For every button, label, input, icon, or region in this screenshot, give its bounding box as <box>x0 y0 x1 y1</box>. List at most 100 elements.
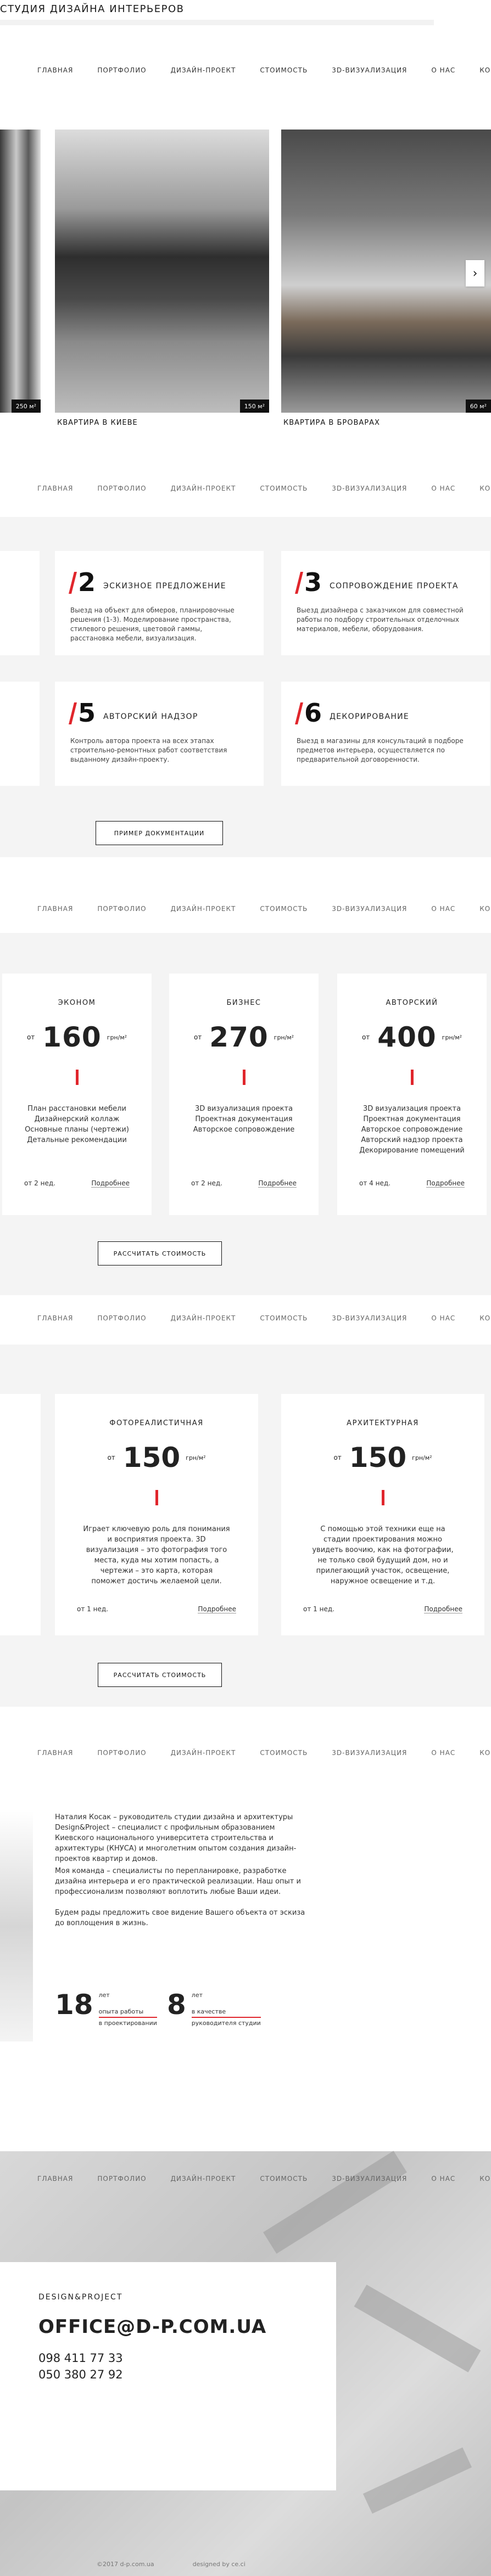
portfolio-item[interactable]: 150 м² КВАРТИРА В КИЕВЕ <box>55 130 269 432</box>
nav-contacts[interactable]: КОНТАКТЫ <box>479 2175 491 2183</box>
nav-price[interactable]: СТОИМОСТЬ <box>260 905 308 913</box>
price-unit: грн/м² <box>442 1033 462 1041</box>
more-link[interactable]: Подробнее <box>198 1605 236 1613</box>
service-number: 3 <box>297 570 322 595</box>
nav-design-project[interactable]: ДИЗАЙН-ПРОЕКТ <box>171 905 236 913</box>
price-value: 150 <box>349 1442 407 1473</box>
nav-3d[interactable]: 3D-ВИЗУАЛИЗАЦИЯ <box>332 905 407 913</box>
nav-portfolio[interactable]: ПОРТФОЛИО <box>97 2175 146 2183</box>
nav-3d[interactable]: 3D-ВИЗУАЛИЗАЦИЯ <box>332 66 407 74</box>
logo-text[interactable]: СТУДИЯ ДИЗАЙНА ИНТЕРЬЕРОВ <box>0 3 185 15</box>
nav-contacts[interactable]: КОНТАКТЫ <box>479 66 491 74</box>
portfolio-caption: КВАРТИРА В КИЕВЕ <box>57 418 138 427</box>
nav-3d[interactable]: 3D-ВИЗУАЛИЗАЦИЯ <box>332 1314 407 1322</box>
price-card-name: ЭКОНОМ <box>58 999 96 1007</box>
nav-price[interactable]: СТОИМОСТЬ <box>260 485 308 492</box>
price-from: от <box>361 1033 370 1041</box>
nav-section-2: ГЛАВНАЯ ПОРТФОЛИО ДИЗАЙН-ПРОЕКТ СТОИМОСТ… <box>37 483 491 494</box>
price-card-business: БИЗНЕС от 270 грн/м² 3D визуализация проек… <box>169 974 319 1215</box>
nav-design-project[interactable]: ДИЗАЙН-ПРОЕКТ <box>171 1749 236 1757</box>
price-unit: грн/м² <box>274 1033 294 1041</box>
documentation-example-button[interactable]: ПРИМЕР ДОКУМЕНТАЦИИ <box>96 821 223 845</box>
nav-home[interactable]: ГЛАВНАЯ <box>37 1314 73 1322</box>
portfolio-item[interactable]: 250 м² <box>0 130 41 432</box>
nav-contacts[interactable]: КОНТАКТЫ <box>479 485 491 492</box>
nav-section-6: ГЛАВНАЯ ПОРТФОЛИО ДИЗАЙН-ПРОЕКТ СТОИМОСТ… <box>37 2173 491 2184</box>
nav-price[interactable]: СТОИМОСТЬ <box>260 1749 308 1757</box>
page: СТУДИЯ ДИЗАЙНА ИНТЕРЬЕРОВ ГЛАВНАЯ ПОРТФО… <box>0 0 491 2576</box>
nav-3d[interactable]: 3D-ВИЗУАЛИЗАЦИЯ <box>332 2175 407 2183</box>
nav-portfolio[interactable]: ПОРТФОЛИО <box>97 1749 146 1757</box>
nav-section-3: ГЛАВНАЯ ПОРТФОЛИО ДИЗАЙН-ПРОЕКТ СТОИМОСТ… <box>37 903 491 914</box>
service-title: ЭСКИЗНОЕ ПРЕДЛОЖЕНИЕ <box>103 582 226 590</box>
phone-number[interactable]: 050 380 27 92 <box>38 2366 336 2383</box>
more-link[interactable]: Подробнее <box>424 1605 462 1613</box>
about-paragraph: Наталия Косак – руководитель студии диза… <box>55 1813 297 1863</box>
nav-contacts[interactable]: КОНТАКТЫ <box>479 905 491 913</box>
nav-design-project[interactable]: ДИЗАЙН-ПРОЕКТ <box>171 485 236 492</box>
price-value: 160 <box>42 1021 102 1053</box>
contact-email[interactable]: OFFICE@D-P.COM.UA <box>38 2316 336 2338</box>
more-link[interactable]: Подробнее <box>426 1179 465 1188</box>
nav-about[interactable]: О НАС <box>431 2175 455 2183</box>
nav-section-5: ГЛАВНАЯ ПОРТФОЛИО ДИЗАЙН-ПРОЕКТ СТОИМОСТ… <box>37 1747 491 1758</box>
accent-line <box>75 1070 79 1085</box>
nav-home[interactable]: ГЛАВНАЯ <box>37 1749 73 1757</box>
phone-list: 098 411 77 33 050 380 27 92 <box>38 2350 336 2383</box>
list-item: Проектная документация <box>195 1115 293 1123</box>
service-title: АВТОРСКИЙ НАДЗОР <box>103 712 198 721</box>
nav-about[interactable]: О НАС <box>431 1314 455 1322</box>
nav-home[interactable]: ГЛАВНАЯ <box>37 2175 73 2183</box>
more-link[interactable]: Подробнее <box>91 1179 130 1188</box>
accent-line <box>155 1490 158 1505</box>
contact-card: DESIGN&PROJECT OFFICE@D-P.COM.UA 098 411… <box>0 2262 336 2490</box>
about-paragraph: Будем рады предложить свое видение Вашег… <box>55 1909 305 1927</box>
service-number: 6 <box>297 700 322 725</box>
nav-about[interactable]: О НАС <box>431 485 455 492</box>
nav-home[interactable]: ГЛАВНАЯ <box>37 485 73 492</box>
nav-about[interactable]: О НАС <box>431 1749 455 1757</box>
nav-about[interactable]: О НАС <box>431 905 455 913</box>
stat-number: 18 <box>55 1989 93 2021</box>
slider-next-button[interactable]: › <box>466 260 484 286</box>
nav-design-project[interactable]: ДИЗАЙН-ПРОЕКТ <box>171 66 236 74</box>
price-unit: грн/м² <box>186 1454 206 1461</box>
nav-price[interactable]: СТОИМОСТЬ <box>260 1314 308 1322</box>
calculate-price-button[interactable]: РАССЧИТАТЬ СТОИМОСТЬ <box>98 1663 222 1687</box>
nav-price[interactable]: СТОИМОСТЬ <box>260 66 308 74</box>
vis-card-architectural: АРХИТЕКТУРНАЯ от 150 грн/м² С помощью этой… <box>281 1394 484 1635</box>
price-card-items: 3D визуализация проекта Проектная докуме… <box>337 1104 487 1156</box>
nav-design-project[interactable]: ДИЗАЙН-ПРОЕКТ <box>171 1314 236 1322</box>
nav-contacts[interactable]: КОНТАКТЫ <box>479 1749 491 1757</box>
portfolio-item[interactable]: 60 м² КВАРТИРА В БРОВАРАХ <box>281 130 491 432</box>
footer-credit[interactable]: designed by ce.ci <box>193 2561 245 2568</box>
nav-portfolio[interactable]: ПОРТФОЛИО <box>97 1314 146 1322</box>
area-badge: 150 м² <box>239 400 269 413</box>
portfolio-caption: КВАРТИРА В БРОВАРАХ <box>283 418 380 427</box>
list-item: Авторский надзор проекта <box>361 1136 463 1144</box>
nav-portfolio[interactable]: ПОРТФОЛИО <box>97 66 146 74</box>
more-link[interactable]: Подробнее <box>258 1179 297 1188</box>
list-item: Авторское сопровождение <box>193 1126 295 1134</box>
nav-home[interactable]: ГЛАВНАЯ <box>37 905 73 913</box>
stat-line-2: руководителя студии <box>191 2020 261 2027</box>
phone-number[interactable]: 098 411 77 33 <box>38 2350 336 2366</box>
main-nav: ГЛАВНАЯ ПОРТФОЛИО ДИЗАЙН-ПРОЕКТ СТОИМОСТ… <box>37 65 491 76</box>
nav-3d[interactable]: 3D-ВИЗУАЛИЗАЦИЯ <box>332 485 407 492</box>
nav-home[interactable]: ГЛАВНАЯ <box>37 66 73 74</box>
list-item: Проектная документация <box>363 1115 461 1123</box>
nav-portfolio[interactable]: ПОРТФОЛИО <box>97 485 146 492</box>
nav-price[interactable]: СТОИМОСТЬ <box>260 2175 308 2183</box>
calculate-price-button[interactable]: РАССЧИТАТЬ СТОИМОСТЬ <box>98 1241 222 1265</box>
nav-about[interactable]: О НАС <box>431 66 455 74</box>
price-unit: грн/м² <box>412 1454 432 1461</box>
nav-portfolio[interactable]: ПОРТФОЛИО <box>97 905 146 913</box>
service-title: ДЕКОРИРОВАНИЕ <box>330 712 410 721</box>
price-term: от 4 нед. <box>359 1179 390 1187</box>
nav-3d[interactable]: 3D-ВИЗУАЛИЗАЦИЯ <box>332 1749 407 1757</box>
price-value: 270 <box>209 1021 269 1053</box>
service-card: 3 СОПРОВОЖДЕНИЕ ПРОЕКТА Выезд дизайнера с… <box>281 551 490 655</box>
nav-contacts[interactable]: КОНТАКТЫ <box>479 1314 491 1322</box>
stat-number: 8 <box>167 1989 186 2021</box>
nav-design-project[interactable]: ДИЗАЙН-ПРОЕКТ <box>171 2175 236 2183</box>
